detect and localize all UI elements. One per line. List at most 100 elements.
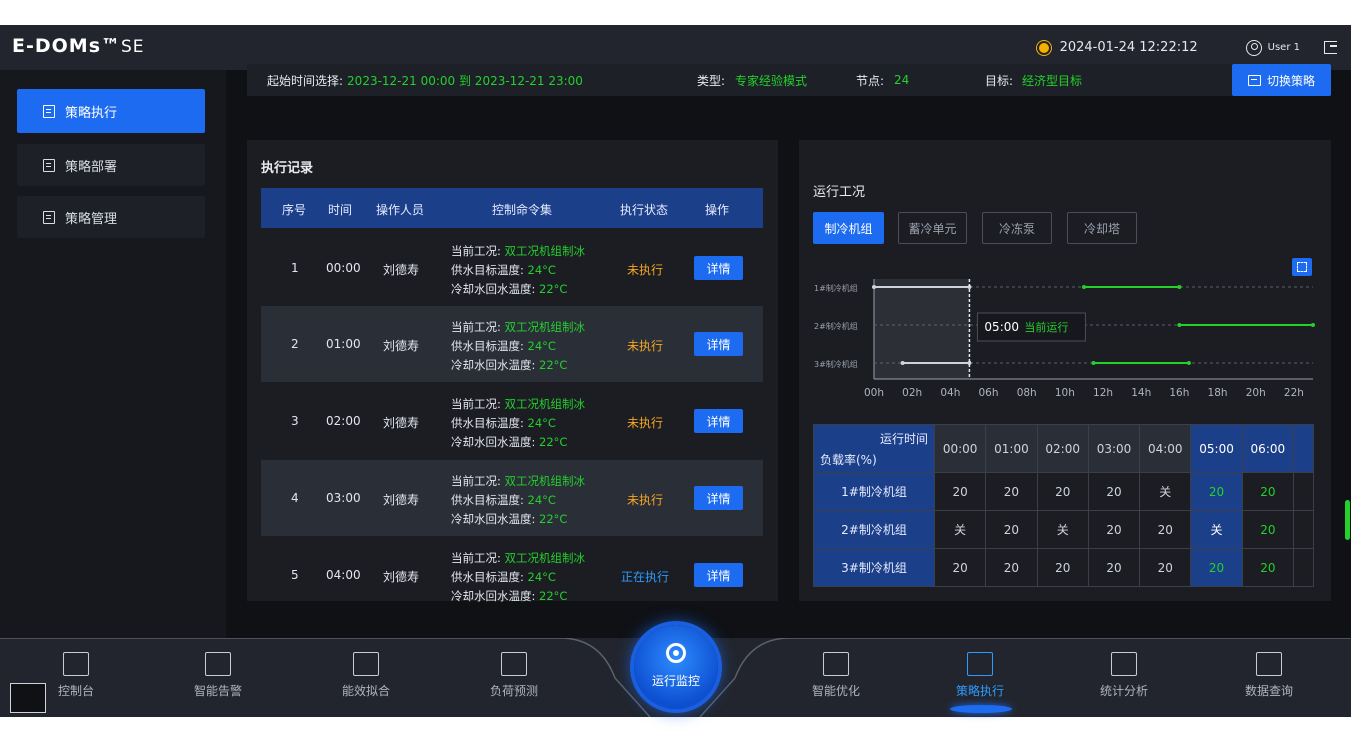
row-command-set: 当前工况: 双工况机组制冰 供水目标温度: 24°C 冷却水回水温度: 22°C xyxy=(451,395,585,452)
tab-storage[interactable]: 蓄冷单元 xyxy=(898,212,967,244)
center-button-label: 运行监控 xyxy=(651,674,700,688)
gantt-bar-end xyxy=(1311,323,1315,327)
strategy-info-bar: 起始时间选择: 2023-12-21 00:00 到 2023-12-21 23… xyxy=(247,64,1331,96)
eye-icon xyxy=(666,643,686,663)
gantt-bar-start xyxy=(872,285,876,289)
sidebar: 策略执行 策略部署 策略管理 xyxy=(0,70,226,638)
row-operator: 刘德寿 xyxy=(383,416,420,430)
gantt-bar-start xyxy=(1177,323,1182,327)
unit-row-header: 3#制冷机组 xyxy=(813,548,935,587)
time-column-header: 02:00 xyxy=(1036,424,1089,473)
col-header: 操作 xyxy=(705,203,730,217)
row-index: 1 xyxy=(291,261,299,275)
nav-item[interactable]: 负荷预测 xyxy=(469,652,559,699)
row-time: 02:00 xyxy=(326,414,361,428)
nav-item[interactable]: 智能优化 xyxy=(791,652,881,699)
detail-button[interactable]: 详情 xyxy=(694,409,743,433)
tab-cooling-tower[interactable]: 冷却塔 xyxy=(1067,212,1137,244)
operating-gantt-chart: 1#制冷机组 2#制冷机组 3#制冷机组 00h 02h 04h 06h 08h 10h 12h 1… xyxy=(814,279,1315,399)
detail-button[interactable]: 详情 xyxy=(694,256,743,280)
document-icon xyxy=(43,158,55,172)
nav-item[interactable]: 统计分析 xyxy=(1079,652,1169,699)
col-header: 操作人员 xyxy=(376,203,425,217)
nav-item[interactable]: 策略执行 xyxy=(935,652,1025,699)
user-icon xyxy=(1245,39,1262,56)
nav-item[interactable]: 智能告警 xyxy=(173,652,263,699)
records-table-header: 序号 时间 操作人员 控制命令集 执行状态 操作 xyxy=(261,188,763,228)
cmd-label: 当前工况: xyxy=(451,320,505,334)
cmd-label: 当前工况: xyxy=(451,474,505,488)
target-value: 经济型目标 xyxy=(1022,73,1083,88)
runtime-monitor-button[interactable]: 运行监控 xyxy=(634,625,718,709)
switch-strategy-button[interactable]: 切换策略 xyxy=(1232,64,1331,96)
tab-chilled-pump[interactable]: 冷冻泵 xyxy=(982,212,1052,244)
row-command-set: 当前工况: 双工况机组制冰 供水目标温度: 24°C 冷却水回水温度: 22°C xyxy=(451,549,585,606)
checklist-icon xyxy=(967,652,993,676)
nav-item[interactable]: 能效拟合 xyxy=(321,652,411,699)
cmd-label: 当前工况: xyxy=(451,551,505,565)
detail-button[interactable]: 详情 xyxy=(694,486,743,510)
table-row: 4 03:00 刘德寿 当前工况: 双工况机组制冰 供水目标温度: 24°C 冷却水回水温… xyxy=(261,460,763,536)
document-icon xyxy=(43,104,55,118)
load-cell: 20 xyxy=(933,472,987,511)
bar-chart-icon xyxy=(1111,652,1137,676)
x-tick-label: 20h xyxy=(1246,387,1266,399)
range-value: 2023-12-21 00:00 到 2023-12-21 23:00 xyxy=(347,73,583,88)
row-index: 2 xyxy=(291,337,299,351)
tab-chiller[interactable]: 制冷机组 xyxy=(813,212,884,244)
sidebar-item-strategy-execute[interactable]: 策略执行 xyxy=(17,89,205,133)
sidebar-item-strategy-manage[interactable]: 策略管理 xyxy=(17,196,205,238)
cmd-label: 冷却水回水温度: xyxy=(451,358,540,372)
sidebar-item-label: 策略执行 xyxy=(65,105,118,121)
user-name: User 1 xyxy=(1267,42,1300,53)
page-scrollbar[interactable] xyxy=(1345,500,1350,540)
table-spacer xyxy=(1293,472,1314,511)
time-column-header: 04:00 xyxy=(1139,424,1192,473)
col-header: 执行状态 xyxy=(620,203,669,217)
load-cell: 20 xyxy=(985,548,1038,587)
sidebar-item-strategy-deploy[interactable]: 策略部署 xyxy=(17,144,205,186)
table-row: 5 04:00 刘德寿 当前工况: 双工况机组制冰 供水目标温度: 24°C 冷却水回水温… xyxy=(261,537,763,603)
time-column-header: 06:00 xyxy=(1241,424,1295,473)
monitor-icon xyxy=(63,652,89,676)
load-cell: 20 xyxy=(1190,472,1243,511)
minimap-thumbnail[interactable] xyxy=(10,683,46,713)
detail-button[interactable]: 详情 xyxy=(694,332,743,356)
cmd-return-temp: 22°C xyxy=(539,589,568,603)
tooltip-text: 当前运行 xyxy=(1024,320,1068,334)
cmd-label: 供水目标温度: xyxy=(451,339,528,353)
switch-strategy-label: 切换策略 xyxy=(1266,73,1315,88)
table-corner-cell: 运行时间 负载率(%) xyxy=(813,424,935,473)
user-menu[interactable]: User 1 xyxy=(1245,39,1300,56)
corner-top-label: 运行时间 xyxy=(879,431,928,446)
x-tick-label: 08h xyxy=(1017,387,1037,399)
load-cell: 20 xyxy=(985,472,1038,511)
load-cell: 20 xyxy=(1087,510,1141,549)
row-time: 00:00 xyxy=(326,261,361,275)
records-title: 执行记录 xyxy=(261,161,314,176)
load-cell: 关 xyxy=(1036,510,1089,549)
sidebar-item-label: 策略部署 xyxy=(65,159,118,175)
load-cell: 20 xyxy=(1241,510,1295,549)
cmd-label: 当前工况: xyxy=(451,397,505,411)
cmd-mode: 双工况机组制冰 xyxy=(504,397,586,411)
nav-item[interactable]: 数据查询 xyxy=(1224,652,1314,699)
logout-icon[interactable] xyxy=(1324,41,1337,54)
unit-row-header: 1#制冷机组 xyxy=(813,472,935,511)
row-status: 未执行 xyxy=(627,339,664,353)
x-tick-label: 18h xyxy=(1208,387,1228,399)
cmd-label: 当前工况: xyxy=(451,244,505,258)
row-operator: 刘德寿 xyxy=(383,263,420,277)
load-cell: 关 xyxy=(1190,510,1243,549)
search-doc-icon xyxy=(1256,652,1282,676)
cmd-mode: 双工况机组制冰 xyxy=(504,244,586,258)
detail-button[interactable]: 详情 xyxy=(694,563,743,587)
load-cell: 20 xyxy=(1241,548,1295,587)
cmd-mode: 双工况机组制冰 xyxy=(504,551,586,565)
row-index: 4 xyxy=(291,491,299,505)
y-tick-label: 1#制冷机组 xyxy=(814,283,858,293)
load-cell: 20 xyxy=(1190,548,1243,587)
fullscreen-icon[interactable] xyxy=(1292,258,1312,276)
time-column-header: 01:00 xyxy=(985,424,1038,473)
row-status: 未执行 xyxy=(627,263,664,277)
